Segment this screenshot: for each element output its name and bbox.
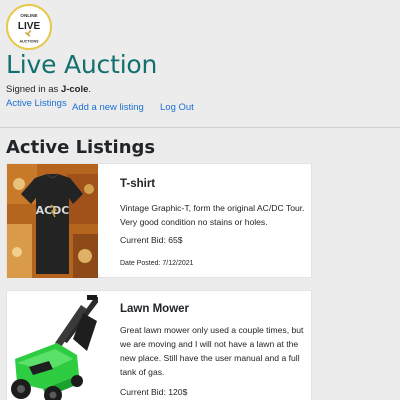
listing-title[interactable]: Lawn Mower: [120, 303, 189, 315]
listing-title[interactable]: T-shirt: [120, 178, 155, 190]
listing-card[interactable]: Lawn Mower Great lawn mower only used a …: [6, 290, 312, 400]
listing-description: Great lawn mower only used a couple time…: [120, 325, 304, 377]
listing-card[interactable]: ACDC T-shirt Vintage Graphic-T, form the…: [6, 163, 312, 278]
username: J-cole: [60, 84, 89, 95]
nav-link-logout[interactable]: Log Out: [160, 102, 194, 113]
header-divider: [0, 127, 400, 128]
acdc-tshirt-photo[interactable]: ACDC: [7, 164, 98, 278]
signed-in-prefix: Signed in as: [6, 84, 61, 95]
listing-current-bid: Current Bid: 120$: [120, 387, 188, 397]
header: ONLINE LIVE AUCTIONS Live Auction Signed…: [0, 0, 400, 128]
signed-in-status: Signed in as J-cole.: [6, 84, 91, 95]
svg-text:ONLINE: ONLINE: [20, 13, 37, 18]
nav-link-active-listings[interactable]: Active Listings: [6, 98, 67, 109]
section-title: Active Listings: [6, 137, 156, 158]
listing-date-posted: Date Posted: 7/12/2021: [120, 260, 194, 267]
svg-text:AUCTIONS: AUCTIONS: [19, 40, 39, 44]
site-title: Live Auction: [6, 50, 158, 79]
svg-text:LIVE: LIVE: [18, 21, 41, 32]
listing-description: Vintage Graphic-T, form the original AC/…: [120, 203, 305, 227]
signed-in-suffix: .: [88, 84, 92, 95]
lawn-mower-photo[interactable]: [7, 291, 98, 400]
listing-current-bid: Current Bid: 65$: [120, 235, 183, 245]
auction-logo[interactable]: ONLINE LIVE AUCTIONS: [6, 4, 52, 50]
nav-link-add-listing[interactable]: Add a new listing: [72, 102, 144, 113]
